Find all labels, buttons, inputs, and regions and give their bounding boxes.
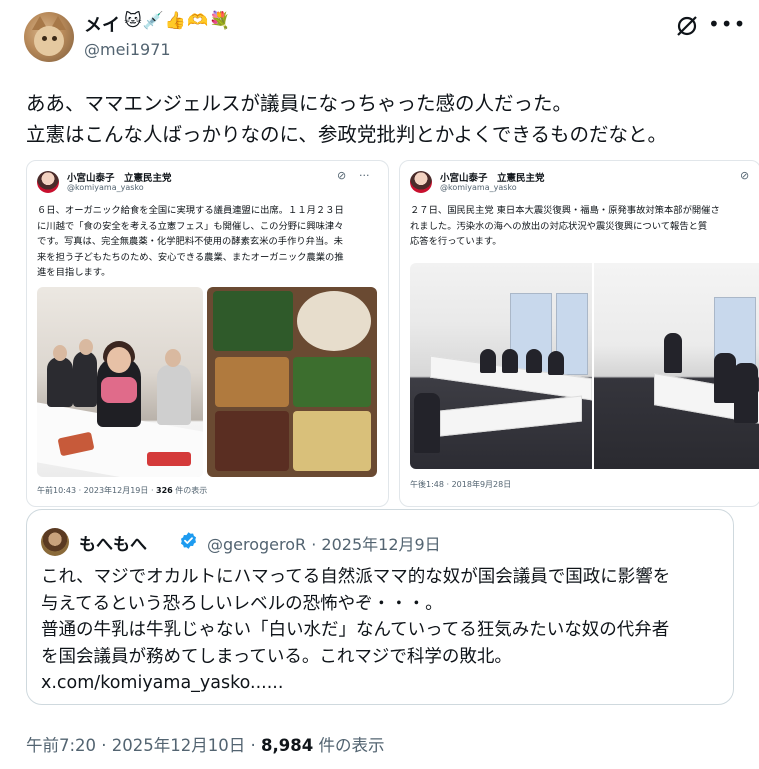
tweet-text: ああ、ママエンジェルスが議員になっちゃった感の人だった。 立憲はこんな人ばっかり… (26, 88, 746, 150)
embedded-line: 進を目指します。 (37, 267, 111, 278)
grok-icon: ⊘ (337, 169, 347, 182)
quote-handle: @gerogeroR (207, 535, 307, 554)
quote-avatar[interactable] (41, 528, 69, 556)
embedded-avatar (410, 171, 432, 193)
embedded-author-handle: @komiyama_yasko (440, 183, 517, 192)
verified-badge-icon (180, 532, 197, 549)
bento-photo (207, 287, 377, 477)
author-display-name[interactable]: メイ (84, 11, 120, 37)
quote-link[interactable]: x.com/komiyama_yasko...... (41, 670, 731, 697)
quote-line: これ、マジでオカルトにハマってる自然派ママ的な奴が国会議員で国政に影響を (41, 567, 671, 587)
author-avatar[interactable] (24, 12, 74, 62)
embedded-line: ６日、オーガニック給食を全国に実現する議員連盟に出席。１１月２３日 (37, 205, 344, 216)
quote-line: 与えてるという恐ろしいレベルの恐怖やぞ・・・。 (41, 593, 443, 614)
grok-icon[interactable] (675, 14, 699, 38)
quote-meta: @gerogeroR · 2025年12月9日 (207, 535, 441, 554)
more-icon: ··· (359, 169, 370, 182)
embedded-screenshot-1[interactable]: 小宮山泰子 立憲民主党 @komiyama_yasko ⊘ ··· ６日、オーガ… (26, 160, 389, 507)
embedded-screenshot-2[interactable]: 小宮山泰子 立憲民主党 @komiyama_yasko ⊘ ２７日、国民民主党 … (399, 160, 759, 507)
tweet-line: 立憲はこんな人ばっかりなのに、参政党批判とかよくできるものだなと。 (26, 123, 667, 146)
embedded-text: ２７日、国民民主党 東日本大震災復興・福島・原発事故対策本部が開催さ れました。… (410, 203, 750, 250)
embedded-meta: 午前10:43 · 2023年12月19日 · 326 件の表示 (37, 486, 208, 495)
tweet-timestamp[interactable]: 午前7:20 · 2025年12月10日 · (26, 736, 261, 755)
grok-icon: ⊘ (740, 169, 750, 182)
quote-author-name[interactable]: もへもへ (79, 530, 147, 555)
tweet-line: ああ、ママエンジェルスが議員になっちゃった感の人だった。 (26, 92, 573, 115)
embedded-meta: 午後1:48 · 2018年9月28日 (410, 480, 512, 489)
embedded-line: 来を担う子どもたちのため、安心できる農業、またオーガニック農業の推 (37, 251, 344, 263)
quote-line: 普通の牛乳は牛乳じゃない「白い水だ」なんていってる狂気みたいな奴の代弁者 (41, 620, 670, 640)
embedded-line: ２７日、国民民主党 東日本大震災復興・福島・原発事故対策本部が開催さ (410, 205, 720, 216)
embedded-avatar (37, 171, 59, 193)
quote-date: 2025年12月9日 (321, 535, 441, 554)
tweet-meta: 午前7:20 · 2025年12月10日 · 8,984 件の表示 (26, 732, 384, 756)
more-icon[interactable]: ••• (708, 12, 746, 36)
embedded-line: に川越で「食の安全を考える立憲フェス」も開催し、この分野に興味津々 (37, 220, 344, 232)
embedded-author-handle: @komiyama_yasko (67, 183, 144, 192)
embedded-author-name: 小宮山泰子 立憲民主党 (67, 173, 172, 184)
meeting-room-photo (410, 263, 592, 469)
author-handle[interactable]: @mei1971 (84, 40, 171, 59)
quote-text: これ、マジでオカルトにハマってる自然派ママ的な奴が国会議員で国政に影響を 与えて… (41, 564, 731, 697)
embedded-author-name: 小宮山泰子 立憲民主党 (440, 173, 545, 184)
meeting-photo (37, 287, 203, 477)
quoted-tweet[interactable]: もへもへ @gerogeroR · 2025年12月9日 これ、マジでオカルトに… (26, 509, 734, 705)
quote-line: を国会議員が務めてしまっている。これマジで科学の敗北。 (41, 646, 512, 667)
embedded-text: ６日、オーガニック給食を全国に実現する議員連盟に出席。１１月２３日 に川越で「食… (37, 203, 377, 281)
meeting-room-photo (594, 263, 759, 469)
embedded-line: です。写真は、完全無農薬・化学肥料不使用の酵素玄米の手作り弁当。未 (37, 236, 343, 247)
embedded-line: れました。汚染水の海への放出の対応状況や震災復興について報告と質 (410, 220, 708, 232)
embedded-line: 応答を行っています。 (410, 236, 502, 247)
view-count: 8,984 (261, 736, 314, 755)
views-label: 件の表示 (313, 736, 385, 755)
author-name-emojis: 🐱💉👍🫶💐 (124, 11, 232, 31)
